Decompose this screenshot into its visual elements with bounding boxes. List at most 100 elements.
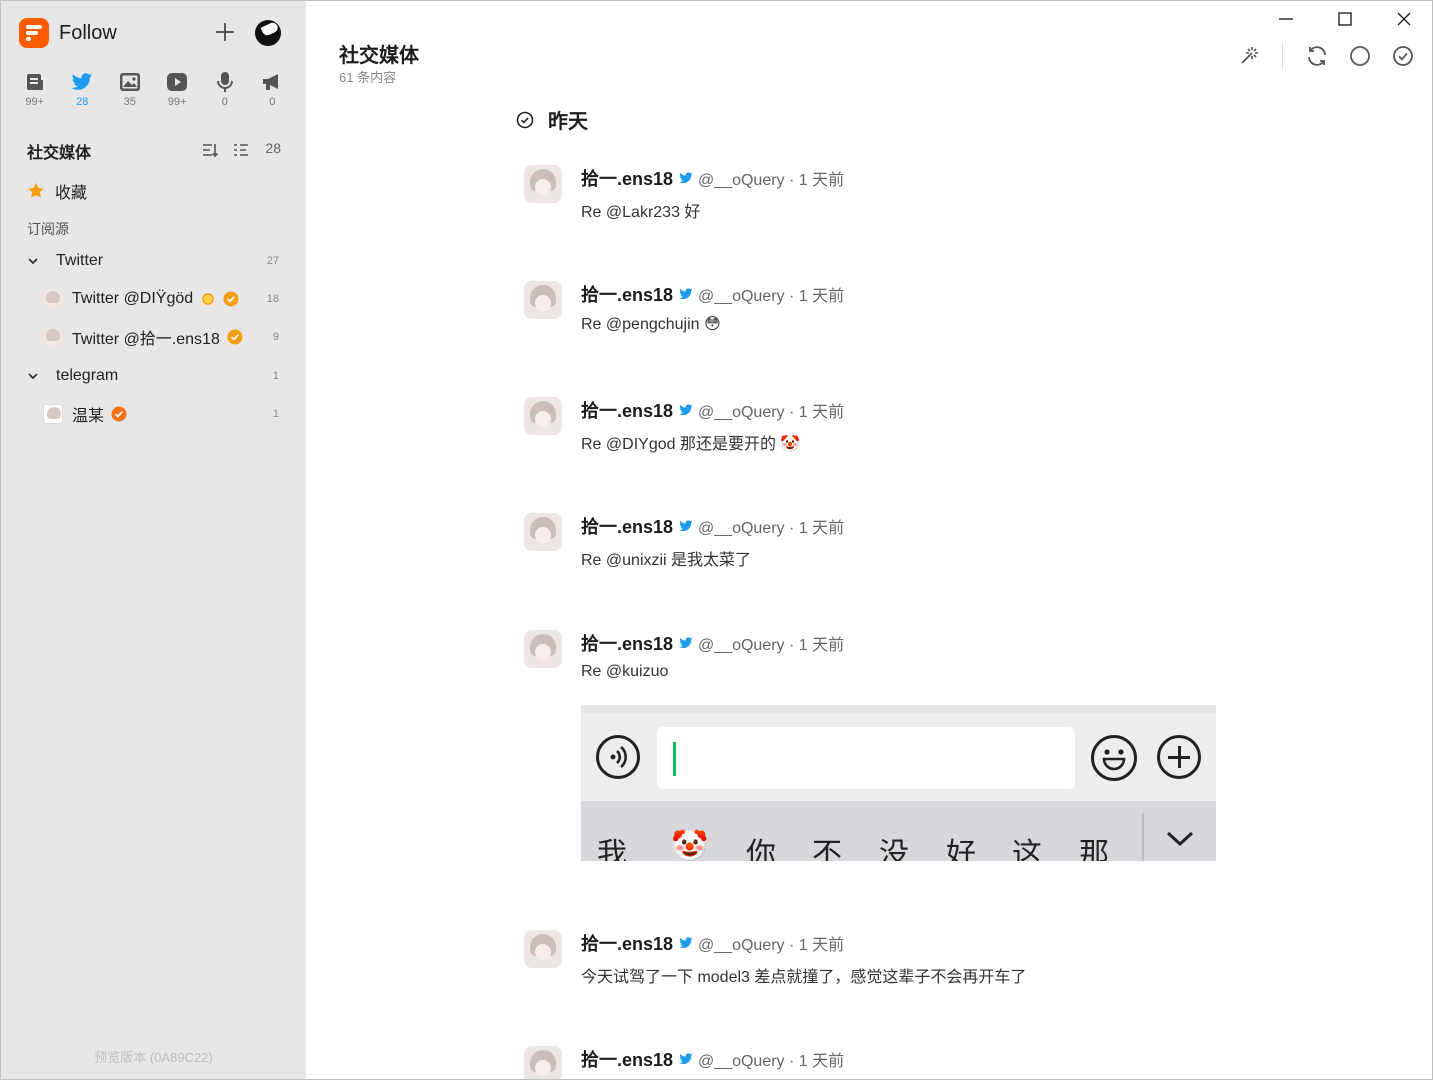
feed-count: 18 — [266, 293, 279, 305]
chevron-down-icon[interactable] — [27, 255, 39, 267]
plus-icon — [1157, 735, 1201, 779]
view-pictures[interactable]: 35 — [106, 71, 154, 108]
picture-icon — [119, 71, 141, 93]
collapse-all-icon[interactable] — [232, 141, 250, 159]
view-articles[interactable]: 99+ — [11, 71, 59, 108]
follow-logo-icon — [19, 18, 49, 48]
version-label: 预览版本 (0A89C22) — [94, 1050, 213, 1065]
date-group-header[interactable]: 昨天 — [516, 105, 588, 134]
candidate: 不 — [812, 837, 842, 861]
author-name: 拾一.ens18 — [581, 934, 674, 954]
sidebar: Follow 99+ 28 35 99+ 0 0 社交媒体 28 收藏 订阅源 … — [1, 1, 306, 1079]
voice-icon — [596, 735, 640, 779]
app-window: Follow 99+ 28 35 99+ 0 0 社交媒体 28 收藏 订阅源 … — [0, 0, 1433, 1080]
group-count: 1 — [272, 370, 279, 382]
candidate: 🤡 — [671, 829, 709, 861]
verified-icon — [227, 329, 243, 345]
twitter-icon — [679, 288, 693, 300]
twitter-icon — [679, 520, 693, 532]
user-avatar[interactable] — [255, 20, 281, 46]
feed-label: 温某 — [72, 408, 105, 425]
group-telegram[interactable]: telegram 1 — [27, 364, 281, 388]
author-name: 拾一.ens18 — [581, 401, 674, 421]
feed-label: Twitter @拾一.ens18 — [72, 331, 220, 348]
feed-avatar — [43, 289, 63, 309]
favorites-label: 收藏 — [55, 185, 88, 202]
view-count: 0 — [269, 96, 276, 108]
feed-count: 1 — [272, 408, 279, 420]
group-count: 27 — [266, 255, 279, 267]
favorites-item[interactable]: 收藏 — [27, 179, 87, 203]
maximize-icon[interactable] — [1335, 9, 1355, 29]
author-name: 拾一.ens18 — [581, 1050, 674, 1070]
subscriptions-label: 订阅源 — [27, 221, 69, 237]
feed-item[interactable]: Twitter @DIŸgöd 18 — [43, 287, 281, 311]
view-audio[interactable]: 0 — [201, 71, 249, 108]
entry-meta: 拾一.ens18 @__oQuery · 1 天前 — [581, 397, 844, 423]
group-label: telegram — [56, 367, 119, 384]
sun-icon — [202, 293, 214, 305]
feed-count: 9 — [272, 331, 279, 343]
main-panel: 社交媒体 61 条内容 昨天 拾一.ens18 @__oQuery · 1 天前… — [306, 1, 1432, 1079]
view-count: 35 — [123, 96, 136, 108]
entry-text: Re @pengchujin 😳 — [581, 316, 721, 333]
author-handle: @__oQuery · 1 天前 — [698, 637, 845, 654]
view-switcher: 99+ 28 35 99+ 0 0 — [11, 71, 296, 108]
author-avatar — [524, 397, 562, 435]
author-avatar — [524, 281, 562, 319]
refresh-icon[interactable] — [1305, 44, 1329, 68]
section-title: 社交媒体 — [27, 145, 92, 162]
section-count: 28 — [265, 140, 281, 156]
entry-text: Re @kuizuo — [581, 663, 669, 680]
entry-text: Re @Lakr233 好 — [581, 204, 701, 221]
author-avatar — [524, 513, 562, 551]
author-avatar — [524, 1046, 562, 1079]
megaphone-icon — [261, 71, 283, 93]
sort-icon[interactable] — [201, 141, 219, 159]
twitter-icon — [679, 637, 693, 649]
view-notifications[interactable]: 0 — [249, 71, 297, 108]
mark-all-read-icon[interactable] — [1391, 44, 1415, 68]
article-icon — [24, 71, 46, 93]
author-name: 拾一.ens18 — [581, 634, 674, 654]
author-avatar — [524, 165, 562, 203]
author-name: 拾一.ens18 — [581, 517, 674, 537]
feed-item[interactable]: 温某 1 — [43, 402, 281, 426]
chevron-down-icon[interactable] — [27, 370, 39, 382]
group-label: Twitter — [56, 252, 104, 269]
group-twitter[interactable]: Twitter 27 — [27, 249, 281, 273]
author-handle: @__oQuery · 1 天前 — [698, 288, 845, 305]
author-name: 拾一.ens18 — [581, 285, 674, 305]
section-header: 社交媒体 28 — [27, 139, 287, 162]
close-icon[interactable] — [1394, 9, 1414, 29]
microphone-icon — [214, 71, 236, 93]
author-handle: @__oQuery · 1 天前 — [698, 404, 845, 421]
author-avatar — [524, 630, 562, 668]
page-title: 社交媒体 — [339, 45, 419, 67]
unread-filter-icon[interactable] — [1348, 44, 1372, 68]
magic-wand-icon[interactable] — [1237, 44, 1261, 68]
check-circle-icon[interactable] — [516, 111, 534, 129]
entry-meta: 拾一.ens18 @__oQuery · 1 天前 — [581, 630, 844, 656]
candidate: 我 — [597, 837, 627, 861]
twitter-icon — [71, 71, 93, 93]
twitter-icon — [679, 404, 693, 416]
feed-avatar — [43, 327, 63, 347]
add-feed-button[interactable] — [213, 20, 237, 44]
candidate: 这 — [1012, 837, 1042, 861]
view-videos[interactable]: 99+ — [154, 71, 202, 108]
author-name: 拾一.ens18 — [581, 169, 674, 189]
toolbar-divider — [1282, 42, 1283, 70]
view-count: 99+ — [167, 96, 187, 108]
author-avatar — [524, 930, 562, 968]
candidate: 你 — [746, 837, 776, 861]
entry-image[interactable]: 我 🤡 你 不 没 好 这 那 — [581, 705, 1216, 861]
brand[interactable]: Follow — [19, 18, 117, 48]
minimize-icon[interactable] — [1276, 9, 1296, 29]
author-handle: @__oQuery · 1 天前 — [698, 520, 845, 537]
feed-item[interactable]: Twitter @拾一.ens18 9 — [43, 325, 281, 349]
view-social[interactable]: 28 — [59, 71, 107, 108]
entry-meta: 拾一.ens18 @__oQuery · 1 天前 — [581, 930, 844, 956]
author-handle: @__oQuery · 1 天前 — [698, 172, 845, 189]
feed-label: Twitter @DIŸgöd — [72, 290, 194, 307]
